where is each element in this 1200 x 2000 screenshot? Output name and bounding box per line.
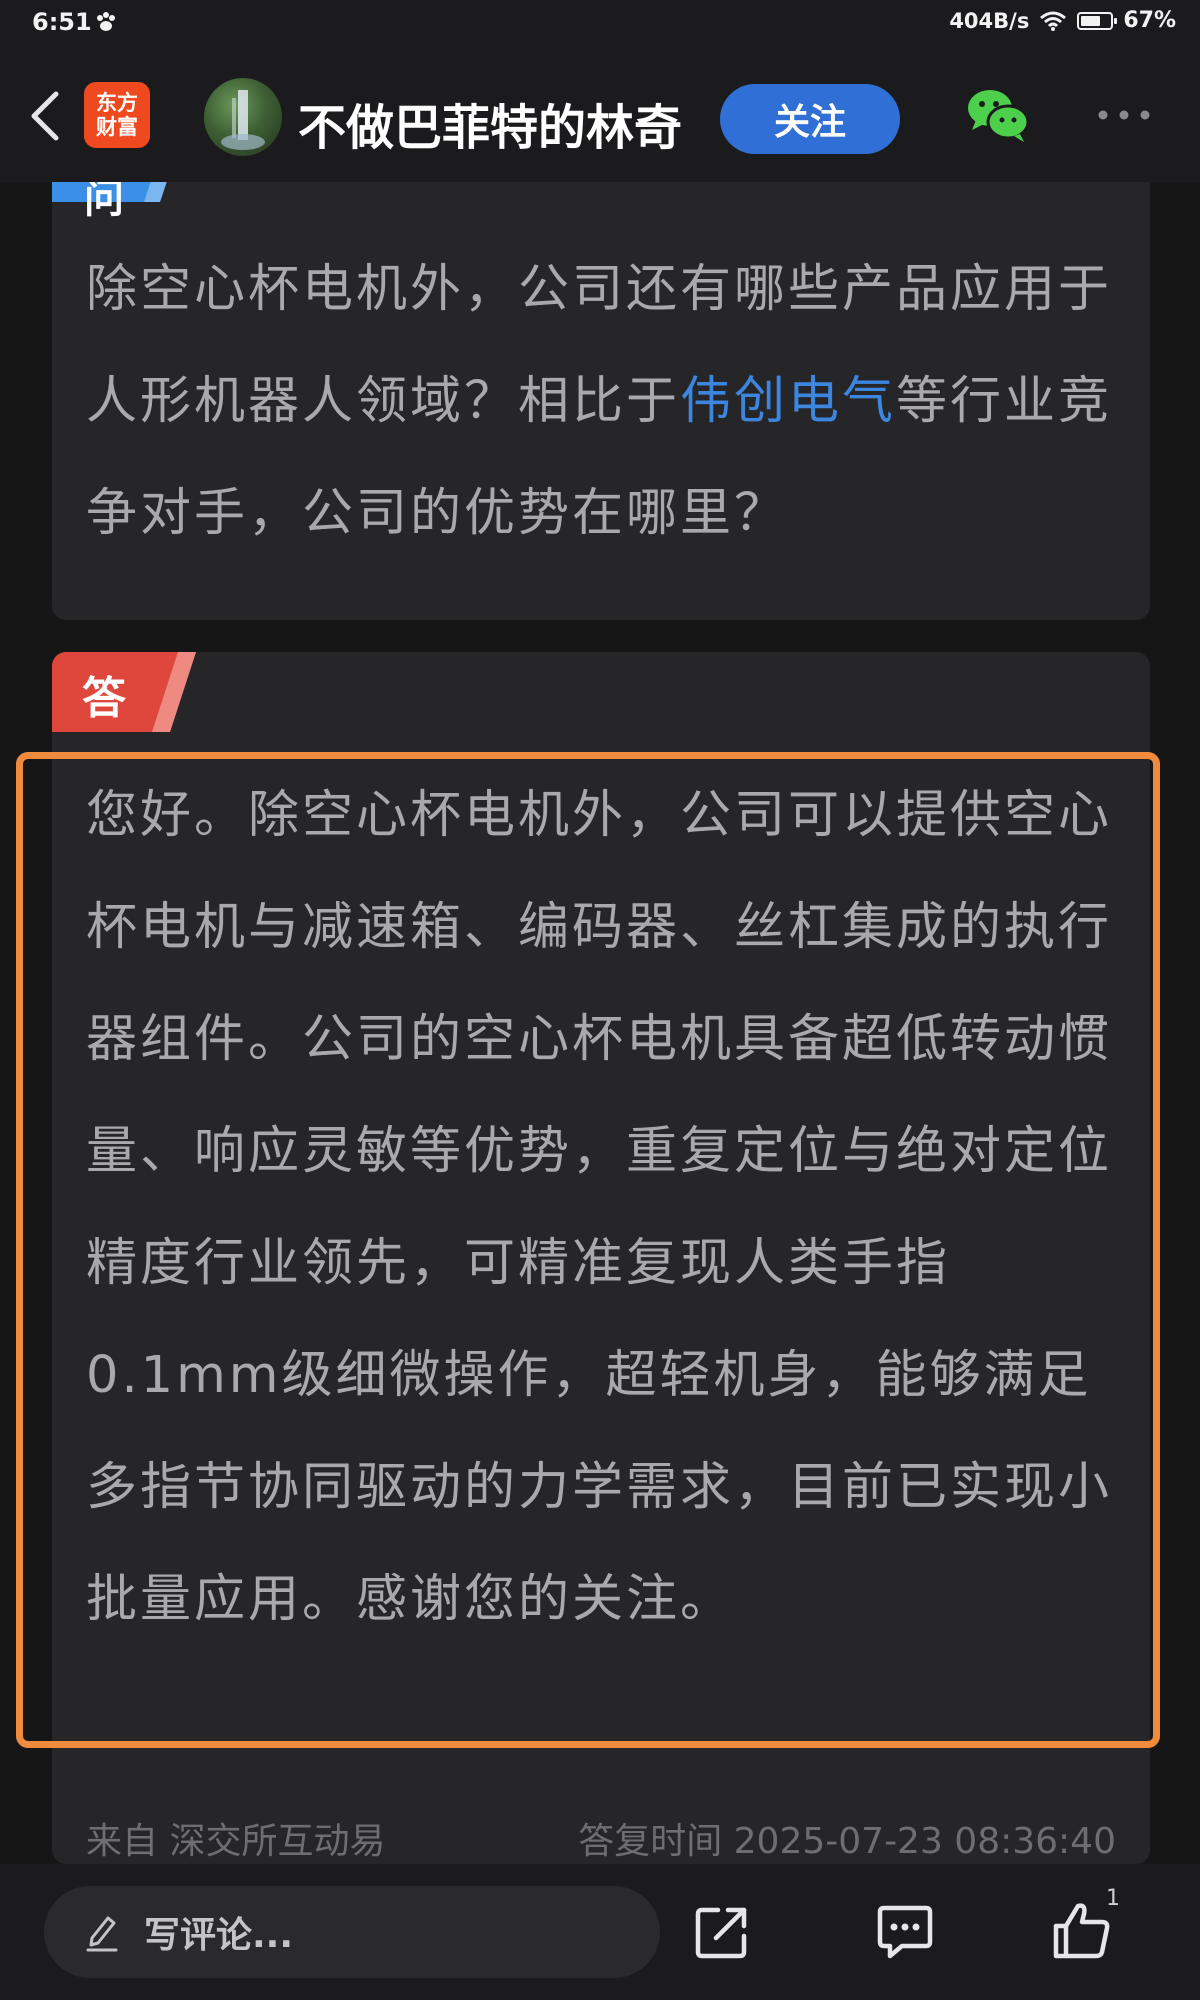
answer-text: 您好。除空心杯电机外，公司可以提供空心杯电机与减速箱、编码器、丝杠集成的执行器组…: [86, 786, 1113, 1629]
status-time: 6:51: [32, 8, 92, 36]
battery-icon: [1077, 11, 1118, 30]
network-speed: 404B/s: [949, 8, 1030, 33]
question-card: 问 除空心杯电机外，公司还有哪些产品应用于人形机器人领域？相比于伟创电气等行业竞…: [52, 182, 1150, 620]
battery-fill: [1081, 15, 1101, 26]
wechat-icon[interactable]: [966, 86, 1030, 144]
bottom-bar: 写评论... 1: [0, 1864, 1200, 2000]
answer-tag-label: 答: [82, 673, 126, 724]
avatar[interactable]: [204, 78, 282, 156]
comment-input[interactable]: 写评论...: [44, 1886, 660, 1978]
comment-placeholder: 写评论...: [144, 1915, 294, 1956]
wifi-icon: [1040, 11, 1067, 31]
battery-percent: 67%: [1123, 8, 1176, 33]
answer-card: 答 您好。除空心杯电机外，公司可以提供空心杯电机与减速箱、编码器、丝杠集成的执行…: [52, 652, 1150, 1864]
status-bar: 6:51 404B/s 67%: [0, 0, 1200, 50]
answer-reply-time: 答复时间 2025-07-23 08:36:40: [578, 1821, 1116, 1862]
back-button[interactable]: [22, 86, 66, 146]
status-right: 404B/s 67%: [949, 8, 1176, 33]
answer-source: 来自 深交所互动易: [86, 1821, 386, 1862]
header: 东方 财富 不做巴菲特的林奇 关注: [0, 50, 1200, 182]
app-logo-line1: 东方: [96, 91, 138, 115]
like-count: 1: [1106, 1886, 1120, 1911]
paw-notification-icon: [97, 12, 115, 31]
app-logo[interactable]: 东方 财富: [84, 82, 150, 148]
question-tag-label: 问: [84, 182, 124, 222]
app-logo-line2: 财富: [96, 115, 138, 139]
more-dots-icon[interactable]: [1096, 108, 1152, 122]
question-text: 除空心杯电机外，公司还有哪些产品应用于人形机器人领域？相比于伟创电气等行业竞争对…: [86, 234, 1126, 570]
follow-button[interactable]: 关注: [720, 84, 900, 154]
answer-meta: 来自 深交所互动易 答复时间 2025-07-23 08:36:40: [86, 1812, 1116, 1864]
page: 6:51 404B/s 67% 东方 财富 不做巴菲特的林奇 关注 问 除空心杯…: [0, 0, 1200, 2000]
comment-bubble-icon[interactable]: [876, 1904, 934, 1960]
share-icon[interactable]: [694, 1904, 750, 1960]
pencil-icon: [86, 1916, 118, 1952]
username[interactable]: 不做巴菲特的林奇: [298, 88, 682, 158]
thumbs-up-icon[interactable]: [1052, 1900, 1112, 1960]
waterfall-avatar-image: [221, 90, 265, 150]
stock-link[interactable]: 伟创电气: [680, 372, 896, 431]
